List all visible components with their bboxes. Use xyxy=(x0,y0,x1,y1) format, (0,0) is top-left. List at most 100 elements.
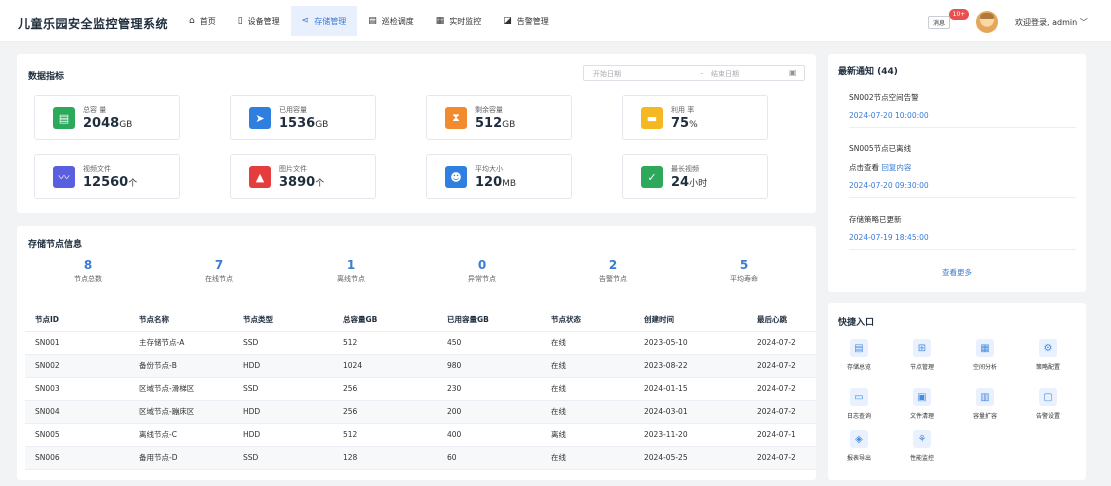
stat-online-nodes: 7 在线节点 xyxy=(159,258,279,284)
notice-time: 2024-07-20 09:30:00 xyxy=(849,181,929,190)
stat-abnormal-nodes: 0 异常节点 xyxy=(422,258,542,284)
nav-device-management[interactable]: ▯ 设备管理 xyxy=(227,6,291,36)
analysis-icon: ▦ xyxy=(976,339,994,357)
table-row[interactable]: SN003 区域节点-滑梯区 SSD 256 230 在线 2024-01-15… xyxy=(25,377,816,401)
table-cell: 2024-07-2 xyxy=(747,331,816,355)
metric-longest-video: ✓ 最长视频 24小时 xyxy=(622,154,768,199)
quick-label: 性能监控 xyxy=(909,455,934,462)
reply-link[interactable]: 回复内容 xyxy=(881,163,911,172)
nav-label: 巡检调度 xyxy=(381,16,414,26)
table-cell: 980 xyxy=(437,354,541,378)
nav-storage-management[interactable]: ⋖ 存储管理 xyxy=(290,6,358,36)
table-cell: SSD xyxy=(233,377,333,401)
metric-average-size: ☻ 平均大小 120MB xyxy=(426,154,572,199)
table-cell: 230 xyxy=(437,377,541,401)
column-header[interactable]: 创建时间 xyxy=(634,308,747,332)
table-row[interactable]: SN006 备用节点-D SSD 128 60 在线 2024-05-25 20… xyxy=(25,446,816,470)
table-cell: 在线 xyxy=(541,446,634,470)
metric-utilization: ▬ 利用 率 75% xyxy=(622,95,768,140)
notice-title[interactable]: 存储策略已更新 xyxy=(849,214,902,225)
table-cell: 200 xyxy=(437,400,541,424)
table-cell: 400 xyxy=(437,423,541,447)
stat-label: 节点总数 xyxy=(74,275,102,283)
date-range-picker[interactable]: 开始日期 – 结束日期 ▣ xyxy=(583,65,805,81)
person-icon: ☻ xyxy=(445,166,467,188)
metrics-title: 数据指标 xyxy=(28,72,65,82)
metric-value: 75% xyxy=(671,116,698,131)
calendar-icon[interactable]: ▣ xyxy=(789,68,797,77)
notices-title: 最新通知 (44) xyxy=(838,67,898,77)
metrics-card: 数据指标 开始日期 – 结束日期 ▣ ▤ 总容 量 2048GB ➤ 已用容量 … xyxy=(17,54,816,213)
table-cell: 2024-07-2 xyxy=(747,354,816,378)
stat-label: 在线节点 xyxy=(205,275,233,283)
quick-label: 空间分析 xyxy=(972,364,997,371)
nav-alert-management[interactable]: ◪ 告警管理 xyxy=(492,6,560,36)
table-cell: SN003 xyxy=(25,377,129,401)
table-cell: 2024-03-01 xyxy=(634,400,747,424)
table-row[interactable]: SN004 区域节点-蹦床区 HDD 256 200 在线 2024-03-01… xyxy=(25,400,816,424)
table-cell: 512 xyxy=(333,423,437,447)
device-icon: ▯ xyxy=(237,16,243,26)
monitor-icon: ⚘ xyxy=(913,430,931,448)
stat-total-nodes: 8 节点总数 xyxy=(28,258,148,284)
quick-label: 存储总览 xyxy=(846,364,871,371)
stat-label: 平均寿命 xyxy=(730,275,758,283)
stat-value: 7 xyxy=(214,258,224,272)
trend-icon: 〰 xyxy=(53,166,75,188)
view-more-link[interactable]: 查看更多 xyxy=(828,267,1086,278)
metric-label: 利用 率 xyxy=(671,106,695,114)
bar-chart-icon: ▥ xyxy=(976,388,994,406)
table-cell: 备用节点-D xyxy=(129,446,233,470)
table-row[interactable]: SN001 主存储节点-A SSD 512 450 在线 2023-05-10 … xyxy=(25,331,816,355)
main-nav: ⌂ 首页 ▯ 设备管理 ⋖ 存储管理 ▤ 巡检调度 ▦ 实时监控 ◪ 告警管理 xyxy=(178,6,560,36)
layers-icon: ◈ xyxy=(850,430,868,448)
notice-title[interactable]: SN002节点空间告警 xyxy=(849,92,919,103)
table-cell: 在线 xyxy=(541,331,634,355)
quick-label: 报表导出 xyxy=(846,455,871,462)
column-header[interactable]: 节点ID xyxy=(25,308,129,332)
user-menu[interactable]: 欢迎登录, admin ﹀ xyxy=(1015,17,1088,28)
avatar[interactable] xyxy=(976,11,998,33)
top-bar: 儿童乐园安全监控管理系统 ⌂ 首页 ▯ 设备管理 ⋖ 存储管理 ▤ 巡检调度 ▦… xyxy=(0,0,1111,42)
date-start-input[interactable]: 开始日期 xyxy=(593,69,621,79)
metric-value: 1536GB xyxy=(279,116,329,131)
metric-used-capacity: ➤ 已用容量 1536GB xyxy=(230,95,376,140)
date-end-input[interactable]: 结束日期 xyxy=(711,69,739,79)
table-cell: 2024-07-2 xyxy=(747,377,816,401)
notice-title[interactable]: SN005节点已离线 xyxy=(849,143,911,154)
quick-space-analysis[interactable]: ▦ 空间分析 xyxy=(960,339,1010,371)
stat-label: 告警节点 xyxy=(599,275,627,283)
column-header[interactable]: 总容量GB xyxy=(333,308,437,332)
alarm-icon: ▢ xyxy=(1039,388,1057,406)
nodes-table: 节点ID 节点名称 节点类型 总容量GB 已用容量GB 节点状态 创建时间 最后… xyxy=(25,308,816,470)
nav-patrol-scheduling[interactable]: ▤ 巡检调度 xyxy=(357,6,425,36)
quick-node-management[interactable]: ⊞ 节点管理 xyxy=(897,339,947,371)
quick-capacity-expansion[interactable]: ▥ 容量扩容 xyxy=(960,388,1010,420)
column-header[interactable]: 节点类型 xyxy=(233,308,333,332)
quick-policy-config[interactable]: ⚙ 策略配置 xyxy=(1023,339,1073,371)
table-row[interactable]: SN005 离线节点-C HDD 512 400 离线 2023-11-20 2… xyxy=(25,423,816,447)
table-cell: SSD xyxy=(233,331,333,355)
nav-live-monitoring[interactable]: ▦ 实时监控 xyxy=(425,6,493,36)
messages-button[interactable]: 消息 xyxy=(928,16,950,29)
metric-free-capacity: ⧗ 剩余容量 512GB xyxy=(426,95,572,140)
divider xyxy=(849,249,1076,250)
table-row[interactable]: SN002 备份节点-B HDD 1024 980 在线 2023-08-22 … xyxy=(25,354,816,378)
metric-value: 2048GB xyxy=(83,116,133,131)
column-header[interactable]: 最后心跳 xyxy=(747,308,816,332)
file-icon: ▤ xyxy=(53,107,75,129)
column-header[interactable]: 节点名称 xyxy=(129,308,233,332)
quick-alert-settings[interactable]: ▢ 告警设置 xyxy=(1023,388,1073,420)
quick-performance-monitor[interactable]: ⚘ 性能监控 xyxy=(897,430,947,462)
nav-home[interactable]: ⌂ 首页 xyxy=(178,6,227,36)
stat-value: 8 xyxy=(83,258,93,272)
quick-storage-overview[interactable]: ▤ 存储总览 xyxy=(834,339,884,371)
quick-file-cleanup[interactable]: ▣ 文件清理 xyxy=(897,388,947,420)
quick-log-query[interactable]: ▭ 日志查询 xyxy=(834,388,884,420)
column-header[interactable]: 节点状态 xyxy=(541,308,634,332)
stat-label: 离线节点 xyxy=(337,275,365,283)
table-cell: SN004 xyxy=(25,400,129,424)
quick-report-export[interactable]: ◈ 报表导出 xyxy=(834,430,884,462)
quick-label: 文件清理 xyxy=(909,413,934,420)
column-header[interactable]: 已用容量GB xyxy=(437,308,541,332)
